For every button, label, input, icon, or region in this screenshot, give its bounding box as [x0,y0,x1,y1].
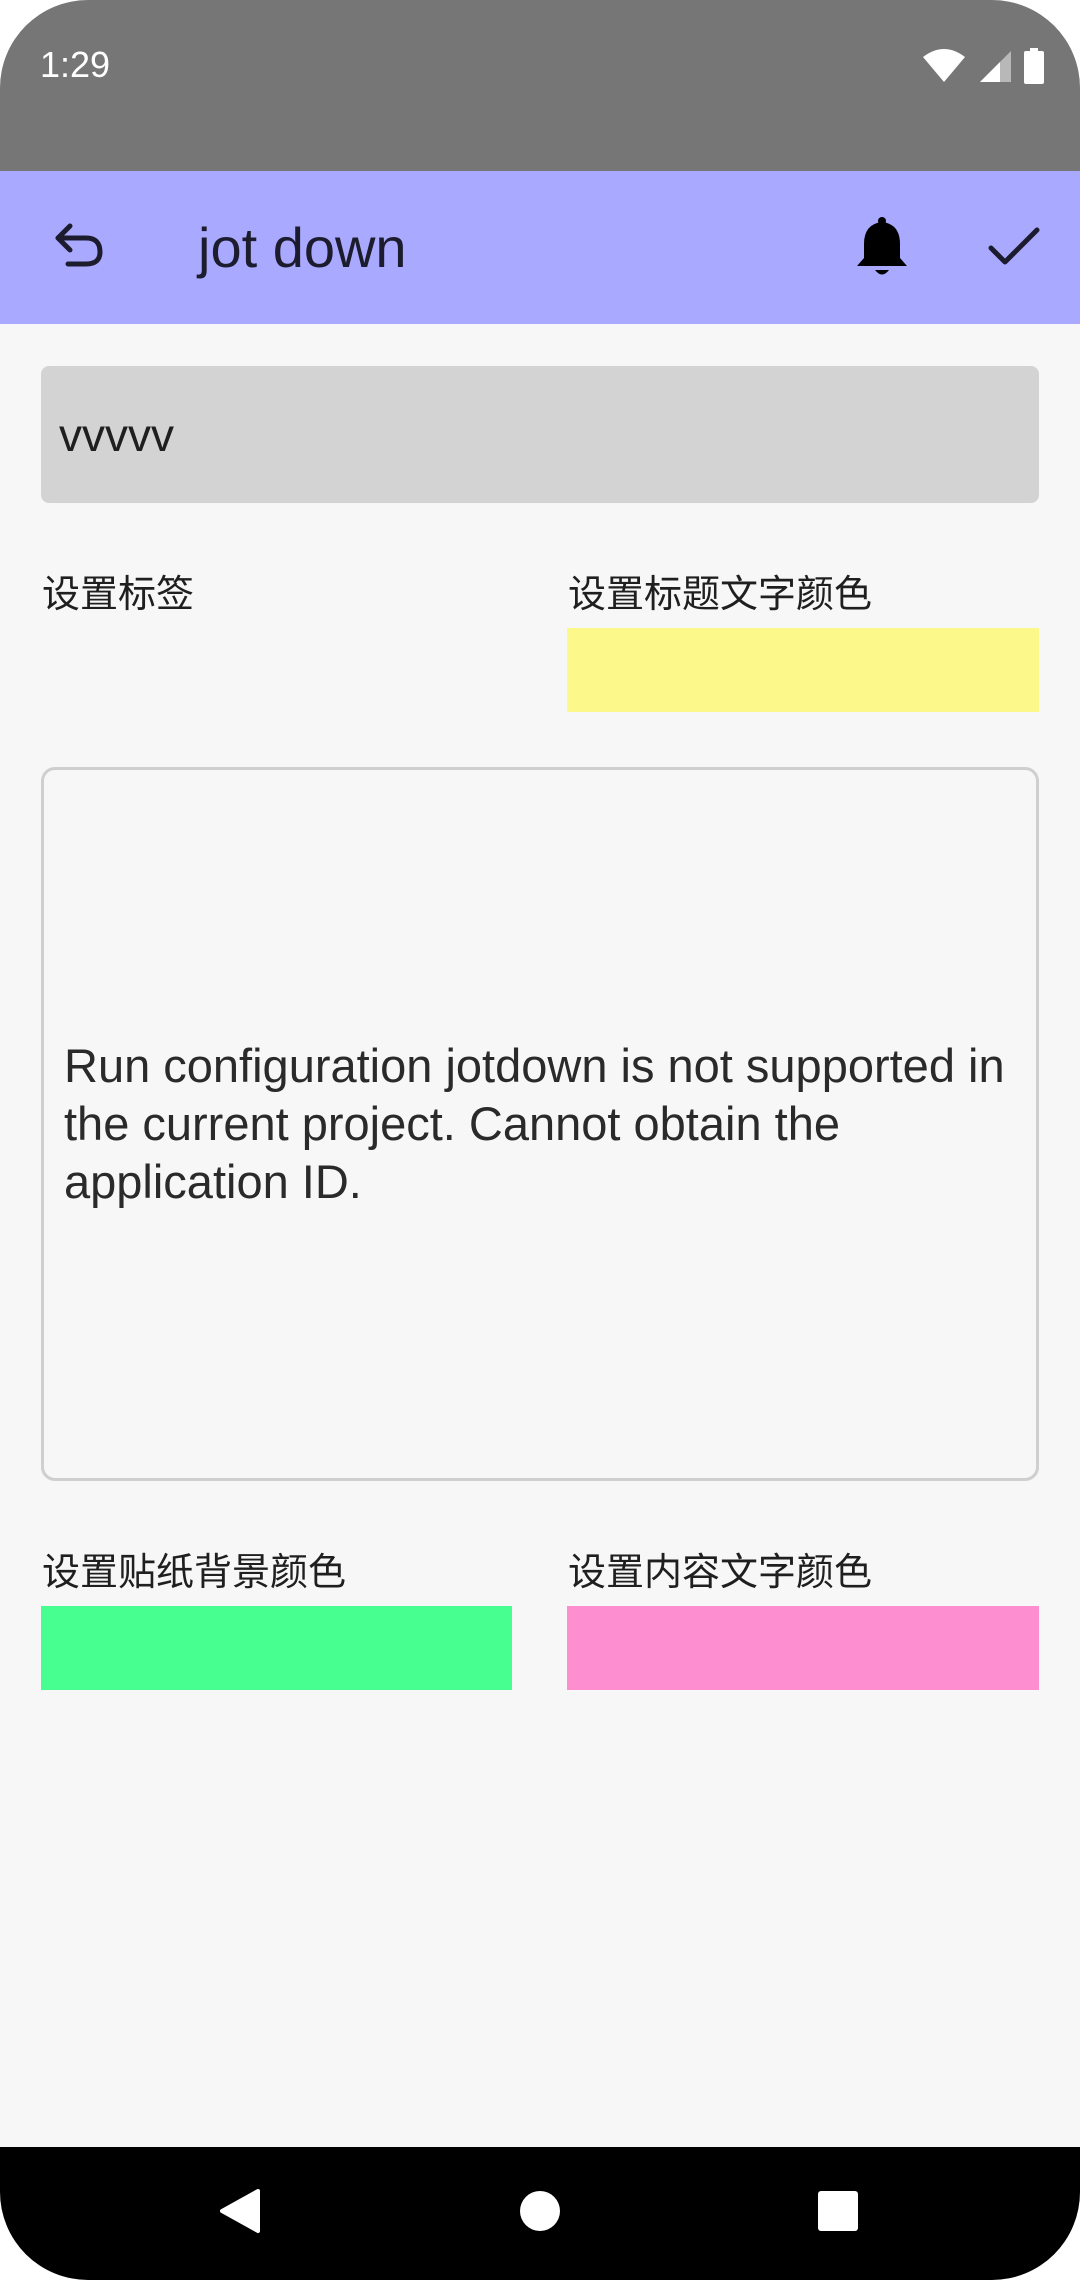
signal-icon [978,49,1012,87]
status-time: 1:29 [40,44,111,85]
check-icon [988,227,1040,271]
save-check-button[interactable] [974,209,1054,289]
status-icons [922,48,1044,88]
note-content-input[interactable]: Run configuration jotdown is not support… [41,767,1039,1481]
back-triangle-icon [218,2187,262,2239]
recents-square-icon [816,2189,860,2237]
navigation-bar [0,2147,1080,2280]
undo-back-icon [54,222,106,272]
bg-color-swatch[interactable] [41,1606,512,1690]
note-title-input[interactable]: vvvvv [41,366,1039,503]
nav-back-button[interactable] [204,2177,276,2249]
reminder-button[interactable] [842,209,922,289]
home-circle-icon [518,2189,562,2237]
note-content-text: Run configuration jotdown is not support… [64,1039,1005,1208]
app-title: jot down [198,216,407,279]
phone-screen: 1:29 jot down vvvvv 设置标签 设置标题文字颜色 Run co… [0,0,1080,2280]
nav-home-button[interactable] [504,2177,576,2249]
bg-color-label: 设置贴纸背景颜色 [42,1550,347,1594]
battery-icon [1024,48,1044,88]
status-bar: 1:29 [0,0,1080,171]
content-color-label: 设置内容文字颜色 [568,1550,873,1594]
nav-recents-button[interactable] [802,2177,874,2249]
bell-icon [854,216,910,282]
wifi-icon [922,49,966,87]
title-color-swatch[interactable] [567,628,1039,712]
app-bar: jot down [0,171,1080,324]
set-tag-label[interactable]: 设置标签 [42,563,194,618]
undo-back-button[interactable] [42,209,118,285]
title-color-label: 设置标题文字颜色 [568,572,873,616]
content-color-swatch[interactable] [567,1606,1039,1690]
